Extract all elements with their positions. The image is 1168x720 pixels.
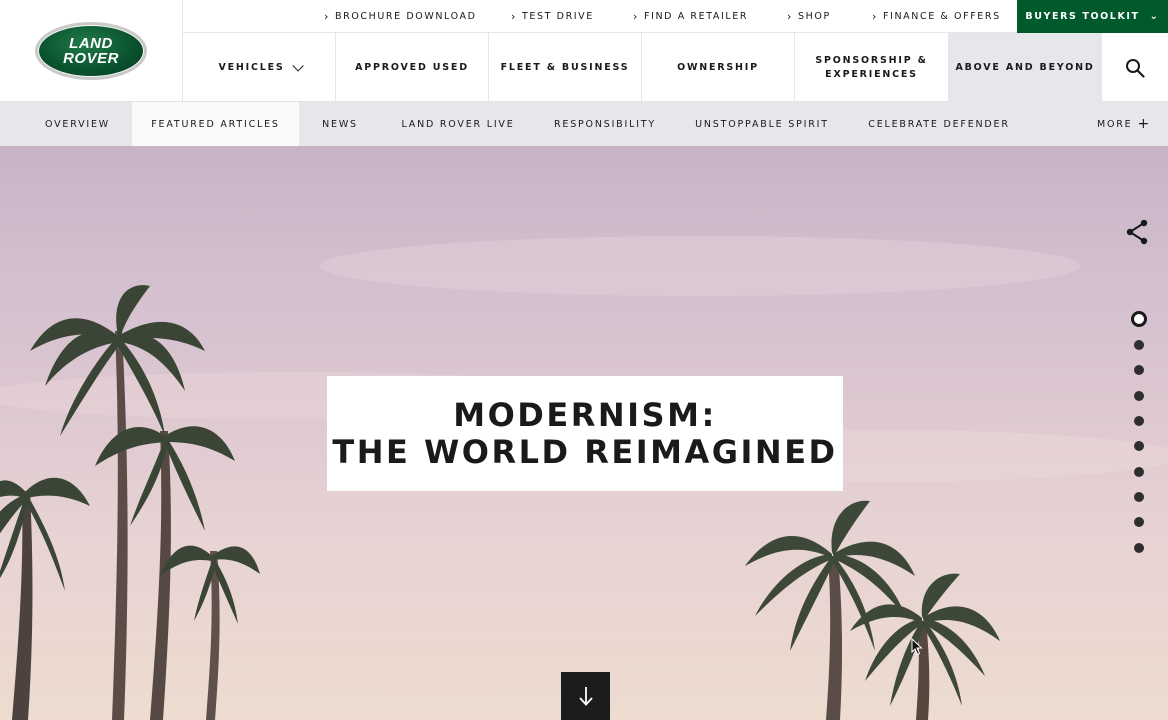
- nav-label: APPROVED USED: [355, 61, 469, 73]
- chevron-down-icon: [292, 59, 304, 72]
- subnav-featured-articles[interactable]: FEATURED ARTICLES: [132, 102, 299, 146]
- chevron-right-icon: ›: [511, 9, 517, 23]
- shop-link[interactable]: › SHOP: [787, 0, 831, 32]
- hero-title-line1: MODERNISM:: [453, 395, 717, 434]
- chevron-right-icon: ›: [787, 9, 793, 23]
- share-button[interactable]: [1125, 219, 1149, 245]
- pagination-dot[interactable]: [1134, 517, 1144, 527]
- utility-link-label: TEST DRIVE: [522, 10, 594, 22]
- chevron-right-icon: ›: [872, 9, 878, 23]
- main-nav: VEHICLES APPROVED USED FLEET & BUSINESS …: [183, 33, 1168, 102]
- utility-link-label: FIND A RETAILER: [644, 10, 749, 22]
- pagination-dot[interactable]: [1134, 441, 1144, 451]
- subnav-news[interactable]: NEWS: [304, 102, 376, 146]
- nav-label: ABOVE AND BEYOND: [955, 61, 1095, 73]
- find-a-retailer-link[interactable]: › FIND A RETAILER: [633, 0, 748, 32]
- chevron-down-icon: ⌄: [1149, 11, 1160, 22]
- hero-title-line2: THE WORLD REIMAGINED: [332, 432, 838, 471]
- logo-oval: LAND ROVER: [38, 25, 144, 77]
- nav-vehicles[interactable]: VEHICLES: [183, 33, 336, 102]
- mouse-pointer-icon: [911, 638, 923, 656]
- pagination-dot[interactable]: [1134, 416, 1144, 426]
- subnav-label: LAND ROVER LIVE: [401, 118, 515, 130]
- test-drive-link[interactable]: › TEST DRIVE: [511, 0, 594, 32]
- nav-label: SPONSORSHIP &: [815, 54, 928, 66]
- buyers-toolkit-button[interactable]: BUYERS TOOLKIT ⌄: [1017, 0, 1168, 33]
- pagination-dot[interactable]: [1134, 391, 1144, 401]
- utility-link-label: FINANCE & OFFERS: [883, 10, 1001, 22]
- hero-title-card: MODERNISM: THE WORLD REIMAGINED: [327, 376, 843, 491]
- brochure-download-link[interactable]: › BROCHURE DOWNLOAD: [324, 0, 477, 32]
- pagination-dot[interactable]: [1134, 492, 1144, 502]
- site-header: LAND ROVER › BROCHURE DOWNLOAD › TEST DR…: [0, 0, 1168, 102]
- nav-fleet-business[interactable]: FLEET & BUSINESS: [489, 33, 642, 102]
- nav-label: OWNERSHIP: [677, 61, 759, 73]
- subnav-label: OVERVIEW: [45, 118, 110, 130]
- nav-label: VEHICLES: [218, 61, 285, 73]
- chevron-right-icon: ›: [633, 9, 639, 23]
- subnav-label: NEWS: [322, 118, 358, 130]
- pagination-dot[interactable]: [1134, 365, 1144, 375]
- section-subnav: OVERVIEW FEATURED ARTICLES NEWS LAND ROV…: [0, 102, 1168, 146]
- finance-offers-link[interactable]: › FINANCE & OFFERS: [872, 0, 1001, 32]
- subnav-label: FEATURED ARTICLES: [151, 118, 280, 130]
- subnav-label: UNSTOPPABLE SPIRIT: [695, 118, 829, 130]
- subnav-responsibility[interactable]: RESPONSIBILITY: [540, 102, 670, 146]
- subnav-land-rover-live[interactable]: LAND ROVER LIVE: [388, 102, 528, 146]
- hero-banner: MODERNISM: THE WORLD REIMAGINED: [0, 146, 1168, 720]
- nav-sponsorship-experiences[interactable]: SPONSORSHIP & EXPERIENCES: [795, 33, 949, 102]
- arrow-down-icon: [578, 687, 593, 706]
- land-rover-logo[interactable]: LAND ROVER: [35, 22, 147, 80]
- search-icon: [1126, 58, 1145, 78]
- buyers-toolkit-label: BUYERS TOOLKIT: [1025, 11, 1140, 22]
- plus-icon: +: [1137, 116, 1151, 132]
- subnav-label: CELEBRATE DEFENDER: [868, 118, 1010, 130]
- pagination-dot[interactable]: [1134, 543, 1144, 553]
- subnav-more[interactable]: MORE +: [1092, 102, 1156, 146]
- logo-text-line2: ROVER: [63, 50, 119, 67]
- subnav-unstoppable-spirit[interactable]: UNSTOPPABLE SPIRIT: [682, 102, 842, 146]
- chevron-right-icon: ›: [324, 9, 330, 23]
- nav-label: FLEET & BUSINESS: [500, 61, 630, 73]
- pagination-dot[interactable]: [1134, 467, 1144, 477]
- utility-link-label: SHOP: [798, 10, 831, 22]
- pagination-dot[interactable]: [1134, 340, 1144, 350]
- subnav-label: MORE: [1096, 118, 1133, 130]
- subnav-overview[interactable]: OVERVIEW: [23, 102, 132, 146]
- subnav-label: RESPONSIBILITY: [554, 118, 656, 130]
- nav-above-and-beyond[interactable]: ABOVE AND BEYOND: [949, 33, 1102, 102]
- logo-text-line1: LAND: [69, 35, 113, 52]
- subnav-celebrate-defender[interactable]: CELEBRATE DEFENDER: [856, 102, 1022, 146]
- utility-link-label: BROCHURE DOWNLOAD: [335, 10, 477, 22]
- share-icon: [1126, 219, 1148, 245]
- nav-approved-used[interactable]: APPROVED USED: [336, 33, 489, 102]
- pagination-dot-active[interactable]: [1131, 311, 1147, 327]
- logo-cell: LAND ROVER: [0, 0, 183, 102]
- nav-ownership[interactable]: OWNERSHIP: [642, 33, 795, 102]
- scroll-down-button[interactable]: [561, 672, 610, 720]
- nav-label-line2: EXPERIENCES: [825, 68, 918, 80]
- search-button[interactable]: [1102, 33, 1168, 102]
